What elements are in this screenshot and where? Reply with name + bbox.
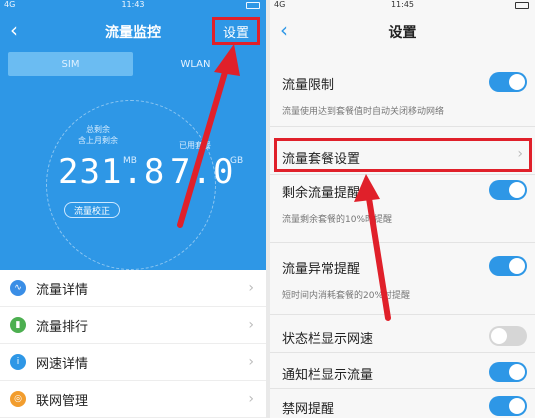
- annotation-arrow-right: [354, 174, 391, 321]
- annotation-arrow-left: [177, 44, 240, 228]
- traffic-monitor-screen: 4G 11:43 ‹ 流量监控 设置 SIM WLAN 总剩余 含上月剩余 23…: [0, 0, 266, 418]
- settings-screen: 4G 11:45 ‹ 设置 流量限制 流量使用达到套餐值时自动关闭移动网络 流量…: [270, 0, 535, 418]
